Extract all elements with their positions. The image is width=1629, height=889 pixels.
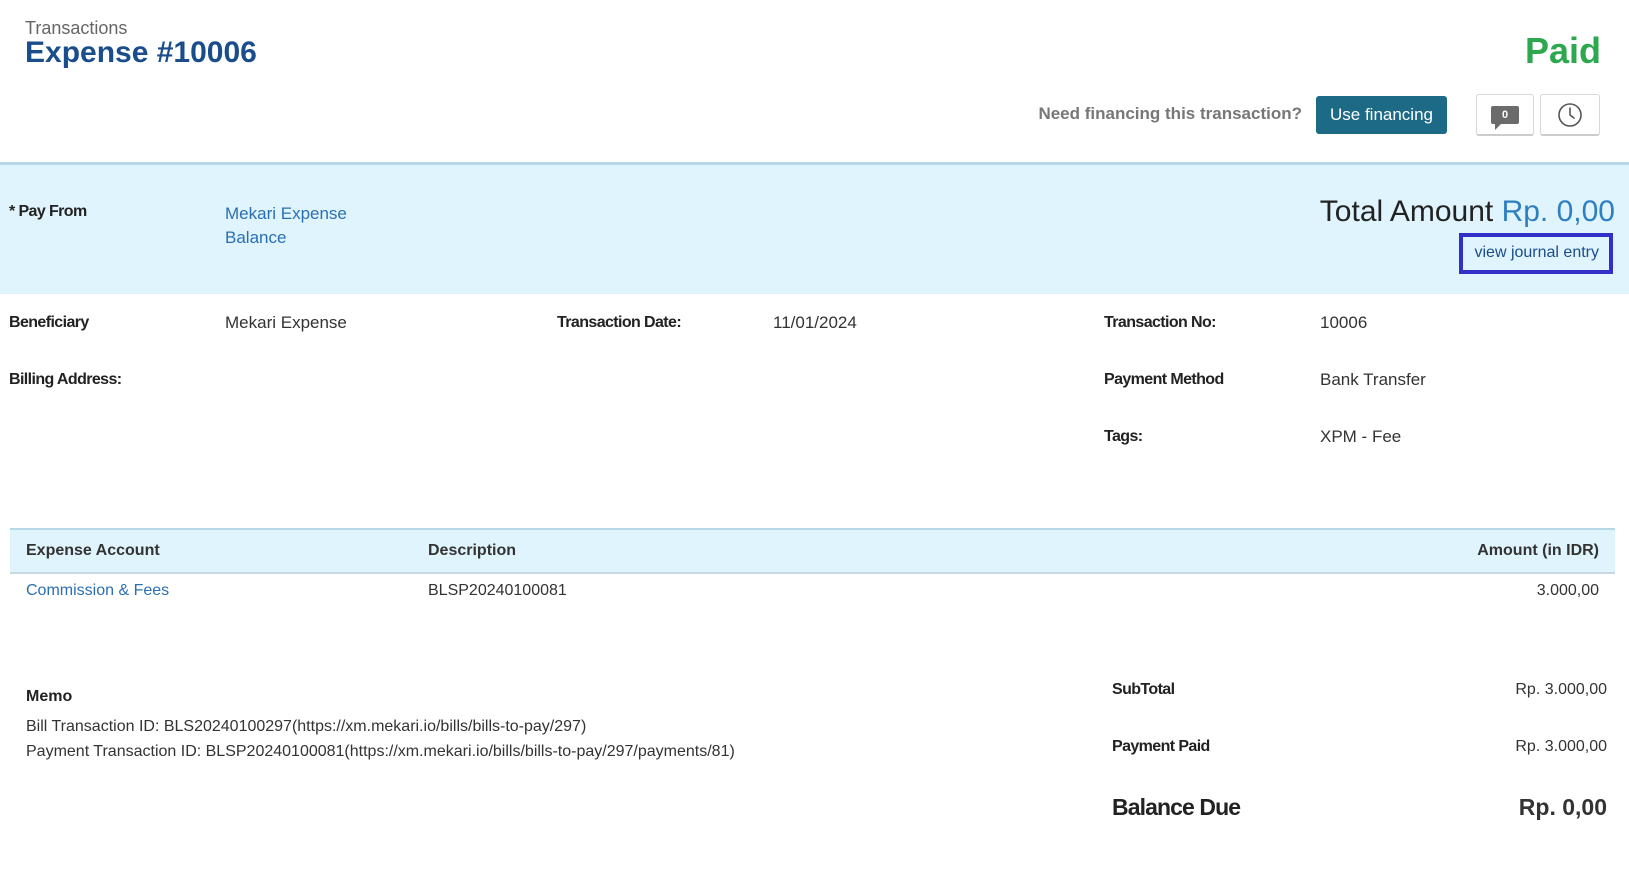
subtotal-label: SubTotal <box>1112 681 1175 698</box>
comment-icon: 0 <box>1491 105 1519 130</box>
transaction-no-label: Transaction No: <box>1104 314 1217 331</box>
page-title: Expense #10006 <box>25 36 257 69</box>
column-header-expense-account: Expense Account <box>26 541 160 559</box>
expense-page: Transactions Expense #10006 Paid Need fi… <box>0 0 1629 889</box>
pay-from-label: * Pay From <box>9 203 87 220</box>
memo-line-bill: Bill Transaction ID: BLS20240100297(http… <box>26 718 587 735</box>
pay-from-section: * Pay From Mekari Expense Balance Total … <box>0 162 1629 294</box>
amount-cell: 3.000,00 <box>1536 582 1599 599</box>
history-button[interactable] <box>1540 94 1600 136</box>
transaction-date-value: 11/01/2024 <box>773 313 857 332</box>
pay-from-value: Mekari Expense Balance <box>225 202 375 250</box>
clock-icon <box>1558 102 1582 127</box>
balance-due-label: Balance Due <box>1112 794 1241 820</box>
table-header-row: Expense Account Description Amount (in I… <box>10 529 1615 573</box>
payment-method-label: Payment Method <box>1104 371 1224 388</box>
expense-table: Expense Account Description Amount (in I… <box>10 528 1615 608</box>
expense-account-link[interactable]: Commission & Fees <box>26 582 169 599</box>
transaction-date-label: Transaction Date: <box>557 314 682 331</box>
billing-address-label: Billing Address: <box>9 371 122 388</box>
memo-title: Memo <box>26 688 73 705</box>
description-cell: BLSP20240100081 <box>428 582 567 599</box>
total-amount: Total Amount Rp. 0,00 <box>1320 195 1615 229</box>
tags-label: Tags: <box>1104 428 1143 445</box>
financing-prompt: Need financing this transaction? <box>1038 104 1302 123</box>
pay-from-account-link[interactable]: Mekari Expense Balance <box>225 204 347 247</box>
beneficiary-link[interactable]: Mekari Expense <box>225 313 347 333</box>
total-amount-value: Rp. 0,00 <box>1501 195 1615 228</box>
comment-count: 0 <box>1501 108 1509 121</box>
use-financing-button[interactable]: Use financing <box>1316 96 1447 134</box>
comments-button[interactable]: 0 <box>1476 94 1534 136</box>
column-header-description: Description <box>428 541 517 559</box>
status-badge: Paid <box>1524 30 1601 71</box>
transaction-no-value: 10006 <box>1320 313 1368 332</box>
memo-line-payment: Payment Transaction ID: BLSP20240100081(… <box>26 743 735 760</box>
beneficiary-label: Beneficiary <box>9 314 89 331</box>
table-row: Commission & Fees BLSP20240100081 3.000,… <box>10 573 1615 608</box>
column-header-amount: Amount (in IDR) <box>1477 541 1599 559</box>
payment-paid-label: Payment Paid <box>1112 738 1210 755</box>
subtotal-value: Rp. 3.000,00 <box>1515 681 1607 698</box>
tag-link[interactable]: XPM - Fee <box>1320 427 1401 447</box>
balance-due-value: Rp. 0,00 <box>1518 794 1607 820</box>
expense-account-cell: Commission & Fees <box>10 573 412 608</box>
view-journal-entry-link[interactable]: view journal entry <box>1458 233 1613 274</box>
payment-method-value: Bank Transfer <box>1320 370 1426 389</box>
payment-paid-value: Rp. 3.000,00 <box>1515 738 1607 755</box>
total-amount-label: Total Amount <box>1319 195 1494 228</box>
